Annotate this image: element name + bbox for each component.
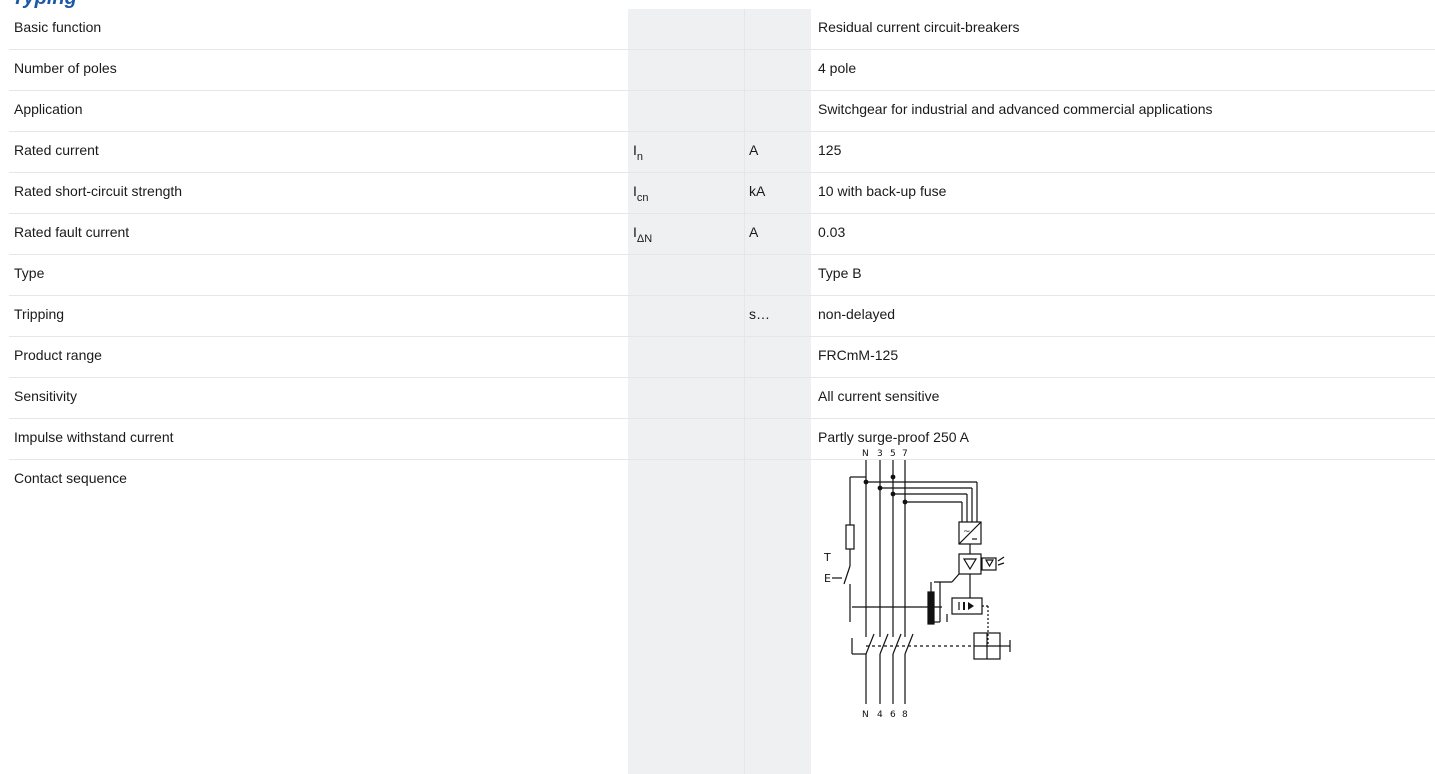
terminal-bottom-8: 8	[902, 710, 908, 720]
table-row: Sensitivity All current sensitive	[9, 378, 1435, 419]
svg-text:~: ~	[963, 527, 971, 537]
row-unit: s…	[744, 296, 811, 336]
row-unit	[744, 378, 811, 418]
row-symbol	[628, 337, 744, 377]
amplifier-block	[958, 553, 982, 575]
terminal-bottom-n: N	[862, 710, 869, 720]
row-label: Product range	[14, 347, 102, 363]
row-symbol	[628, 378, 744, 418]
test-label-t: T	[823, 551, 831, 564]
row-value: 125	[818, 142, 842, 158]
row-value: All current sensitive	[818, 388, 940, 404]
row-symbol: In	[628, 132, 744, 172]
row-label: Rated fault current	[14, 224, 130, 240]
row-unit: kA	[744, 173, 811, 213]
table-row: Type Type B	[9, 255, 1435, 296]
page-title: Typing	[12, 0, 77, 9]
row-label: Type	[14, 265, 45, 281]
row-value: 0.03	[818, 224, 846, 240]
summation-transformer	[927, 591, 935, 625]
row-label: Contact sequence	[14, 470, 127, 486]
row-unit: A	[744, 214, 811, 254]
table-row: Basic function Residual current circuit-…	[9, 9, 1435, 50]
row-unit	[744, 9, 811, 49]
row-unit	[744, 255, 811, 295]
row-symbol	[628, 91, 744, 131]
row-symbol: Icn	[628, 173, 744, 213]
table-row: Rated current In A 125	[9, 132, 1435, 173]
test-label-e: E	[824, 572, 831, 585]
table-row: Rated short-circuit strength Icn kA 10 w…	[9, 173, 1435, 214]
terminal-bottom-4: 4	[877, 710, 883, 720]
terminal-bottom-6: 6	[890, 710, 896, 720]
row-symbol	[628, 255, 744, 295]
row-label: Application	[14, 101, 83, 117]
row-value: 4 pole	[818, 60, 857, 76]
row-unit	[744, 460, 811, 774]
specification-table: Basic function Residual current circuit-…	[9, 9, 1435, 774]
row-unit	[744, 91, 811, 131]
trip-relay	[951, 597, 983, 615]
row-label: Sensitivity	[14, 388, 78, 404]
table-row: Contact sequence	[9, 460, 1435, 774]
row-unit	[744, 337, 811, 377]
row-label: Tripping	[14, 306, 65, 322]
table-row: Number of poles 4 pole	[9, 50, 1435, 91]
terminal-top-3: 3	[877, 449, 883, 459]
table-row: Tripping s… non-delayed	[9, 296, 1435, 337]
contact-sequence-diagram: N 3 5 7 N 4 6 8 T E ~	[823, 449, 1011, 720]
row-value: 10 with back-up fuse	[818, 183, 947, 199]
row-value: Residual current circuit-breakers	[818, 19, 1020, 35]
row-symbol	[628, 296, 744, 336]
test-resistor	[845, 524, 855, 550]
row-unit: A	[744, 132, 811, 172]
table-row: Impulse withstand current Partly surge-p…	[9, 419, 1435, 460]
row-value: non-delayed	[818, 306, 896, 322]
row-unit	[744, 419, 811, 459]
page-header: Typing	[0, 0, 1435, 9]
table-row: Application Switchgear for industrial an…	[9, 91, 1435, 132]
row-label: Number of poles	[14, 60, 117, 76]
row-value: Switchgear for industrial and advanced c…	[818, 101, 1213, 117]
row-symbol	[628, 9, 744, 49]
row-value: FRCmM-125	[818, 347, 899, 363]
row-label: Basic function	[14, 19, 102, 35]
terminal-top-5: 5	[890, 449, 896, 459]
table-row: Rated fault current IΔN A 0.03	[9, 214, 1435, 255]
row-unit	[744, 50, 811, 90]
terminal-top-7: 7	[902, 449, 908, 459]
row-symbol: IΔN	[628, 214, 744, 254]
row-label: Rated current	[14, 142, 99, 158]
row-label: Rated short-circuit strength	[14, 183, 183, 199]
table-row: Product range FRCmM-125	[9, 337, 1435, 378]
test-button-contact	[843, 565, 851, 585]
row-label: Impulse withstand current	[14, 429, 174, 445]
row-symbol	[628, 50, 744, 90]
terminal-top-n: N	[862, 449, 869, 459]
row-value: Type B	[818, 265, 862, 281]
row-symbol	[628, 460, 744, 774]
row-symbol	[628, 419, 744, 459]
